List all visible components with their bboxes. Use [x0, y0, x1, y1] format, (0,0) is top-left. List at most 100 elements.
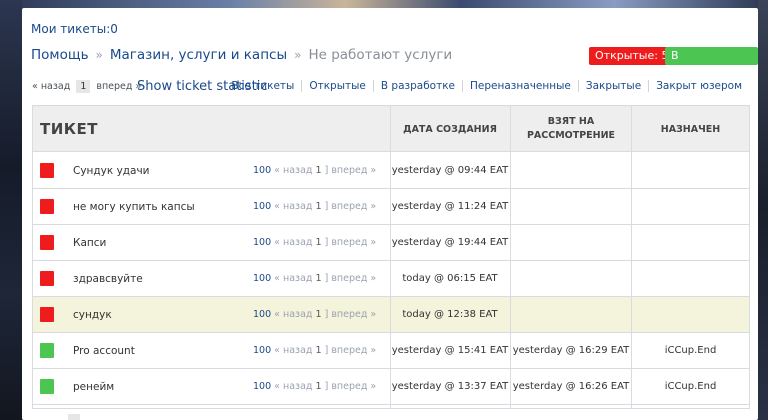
row-pager-prev[interactable]: « назад	[274, 309, 312, 320]
row-pager-count[interactable]: 100	[253, 165, 271, 176]
filter-in-dev[interactable]: В разработке	[372, 80, 462, 92]
breadcrumb: Помощь » Магазин, услуги и капсы » Не работа…	[31, 47, 452, 63]
cell-created: yesterday @ 13:37 EAT	[391, 381, 509, 392]
row-pager-page[interactable]: 1	[316, 381, 322, 392]
status-indicator	[40, 235, 54, 250]
row-pager-prev[interactable]: « назад	[274, 165, 312, 176]
status-indicator	[40, 271, 54, 286]
top-pager: « назад 1 вперед »	[32, 80, 141, 93]
open-count-badge: Открытые: 5	[589, 47, 675, 65]
table-row[interactable]: сундук 100 « назад 1 ] вперед » today @ 12…	[33, 297, 749, 333]
row-pager: 100 « назад 1 ] вперед »	[253, 309, 377, 320]
pager-page-number[interactable]: 1	[76, 80, 91, 93]
bottom-pager-page[interactable]	[68, 414, 80, 420]
cell-assigned: iCCup.End	[664, 345, 717, 356]
row-pager-next[interactable]: вперед »	[331, 273, 376, 284]
row-pager-page[interactable]: 1	[316, 165, 322, 176]
background-left	[0, 0, 22, 420]
ticket-filters: Все тикеты Открытые В разработке Переназ…	[224, 80, 749, 92]
filter-open[interactable]: Открытые	[301, 80, 373, 92]
table-row[interactable]: здравсвуйте 100 « назад 1 ] вперед » today…	[33, 261, 749, 297]
row-pager-next[interactable]: вперед »	[331, 309, 376, 320]
status-indicator	[40, 199, 54, 214]
tickets-panel: Мои тикеты:0 Помощь » Магазин, услуги и ка…	[22, 8, 758, 420]
ticket-title-link[interactable]: сундук	[73, 297, 112, 333]
ticket-title-link[interactable]: ренейм	[73, 369, 114, 405]
row-pager-count[interactable]: 100	[253, 201, 271, 212]
row-pager-count[interactable]: 100	[253, 345, 271, 356]
table-row[interactable]: Pro account 100 « назад 1 ] вперед » yeste…	[33, 333, 749, 369]
row-pager-page[interactable]: 1	[316, 309, 322, 320]
row-pager: 100 « назад 1 ] вперед »	[253, 165, 377, 176]
column-divider	[631, 106, 632, 408]
ticket-title-link[interactable]: не могу купить капсы	[73, 189, 195, 225]
my-tickets-link[interactable]: Мои тикеты:0	[31, 22, 118, 36]
cell-assigned	[632, 261, 749, 297]
row-pager-prev[interactable]: « назад	[274, 237, 312, 248]
row-pager-next[interactable]: вперед »	[331, 345, 376, 356]
filter-all[interactable]: Все тикеты	[224, 80, 301, 92]
row-pager-page[interactable]: 1	[316, 345, 322, 356]
cell-created: yesterday @ 15:41 EAT	[391, 345, 509, 356]
header-taken: ВЗЯТ НА РАССМОТРЕНИЕ	[526, 116, 616, 141]
row-pager-next[interactable]: вперед »	[331, 237, 376, 248]
table-row[interactable]: Капси 100 « назад 1 ] вперед » yesterday @…	[33, 225, 749, 261]
column-divider	[510, 106, 511, 408]
cell-assigned	[632, 153, 749, 189]
table-row[interactable]: Сундук удачи 100 « назад 1 ] вперед » yest…	[33, 153, 749, 189]
status-indicator	[40, 163, 54, 178]
filter-closed[interactable]: Закрытые	[577, 80, 648, 92]
pager-next[interactable]: вперед »	[96, 81, 141, 92]
breadcrumb-shop[interactable]: Магазин, услуги и капсы	[110, 47, 287, 63]
cell-assigned	[632, 189, 749, 225]
row-pager-prev[interactable]: « назад	[274, 273, 312, 284]
row-pager-next[interactable]: вперед »	[331, 165, 376, 176]
row-pager-count[interactable]: 100	[253, 237, 271, 248]
row-pager-count[interactable]: 100	[253, 273, 271, 284]
row-pager-prev[interactable]: « назад	[274, 201, 312, 212]
column-divider	[390, 106, 391, 408]
row-pager-count[interactable]: 100	[253, 309, 271, 320]
cell-taken	[511, 153, 631, 189]
my-tickets-count: 0	[110, 22, 118, 36]
row-pager: 100 « назад 1 ] вперед »	[253, 381, 377, 392]
filter-closed-by-user[interactable]: Закрыт юзером	[648, 80, 749, 92]
background-right	[758, 0, 768, 420]
cell-taken	[511, 261, 631, 297]
filter-reassigned[interactable]: Переназначенные	[462, 80, 578, 92]
pager-prev[interactable]: « назад	[32, 81, 70, 92]
row-pager: 100 « назад 1 ] вперед »	[253, 237, 377, 248]
breadcrumb-help[interactable]: Помощь	[31, 47, 89, 63]
cell-taken	[511, 225, 631, 261]
cell-taken: yesterday @ 16:26 EAT	[512, 381, 630, 392]
ticket-title-link[interactable]: здравсвуйте	[73, 261, 143, 297]
table-row[interactable]: ренейм 100 « назад 1 ] вперед » yesterday …	[33, 369, 749, 405]
ticket-title-link[interactable]: Сундук удачи	[73, 153, 150, 189]
row-pager-prev[interactable]: « назад	[274, 381, 312, 392]
row-pager-prev[interactable]: « назад	[274, 345, 312, 356]
header-created: ДАТА СОЗДАНИЯ	[403, 123, 497, 135]
status-indicator	[40, 307, 54, 322]
cell-created: today @ 06:15 EAT	[402, 273, 498, 284]
row-pager: 100 « назад 1 ] вперед »	[253, 201, 377, 212]
ticket-title-link[interactable]: Pro account	[73, 333, 135, 369]
breadcrumb-separator: »	[95, 48, 103, 62]
header-ticket: ТИКЕТ	[40, 120, 99, 138]
row-pager-page[interactable]: 1	[316, 237, 322, 248]
row-pager-page[interactable]: 1	[316, 201, 322, 212]
table-row[interactable]: не могу купить капсы 100 « назад 1 ] впер…	[33, 189, 749, 225]
cell-created: yesterday @ 09:44 EAT	[391, 165, 509, 176]
ticket-title-link[interactable]: Капси	[73, 225, 106, 261]
cell-assigned	[632, 297, 749, 333]
cell-created: today @ 12:38 EAT	[402, 309, 498, 320]
row-pager-page[interactable]: 1	[316, 273, 322, 284]
background-banner	[0, 0, 768, 8]
row-pager-next[interactable]: вперед »	[331, 381, 376, 392]
row-pager-count[interactable]: 100	[253, 381, 271, 392]
cell-taken: yesterday @ 16:29 EAT	[512, 345, 630, 356]
cell-taken	[511, 297, 631, 333]
tickets-table: ТИКЕТ ДАТА СОЗДАНИЯ ВЗЯТ НА РАССМОТРЕНИЕ…	[32, 105, 750, 409]
my-tickets-label: Мои тикеты:	[31, 22, 111, 36]
row-pager-next[interactable]: вперед »	[331, 201, 376, 212]
row-pager: 100 « назад 1 ] вперед »	[253, 345, 377, 356]
